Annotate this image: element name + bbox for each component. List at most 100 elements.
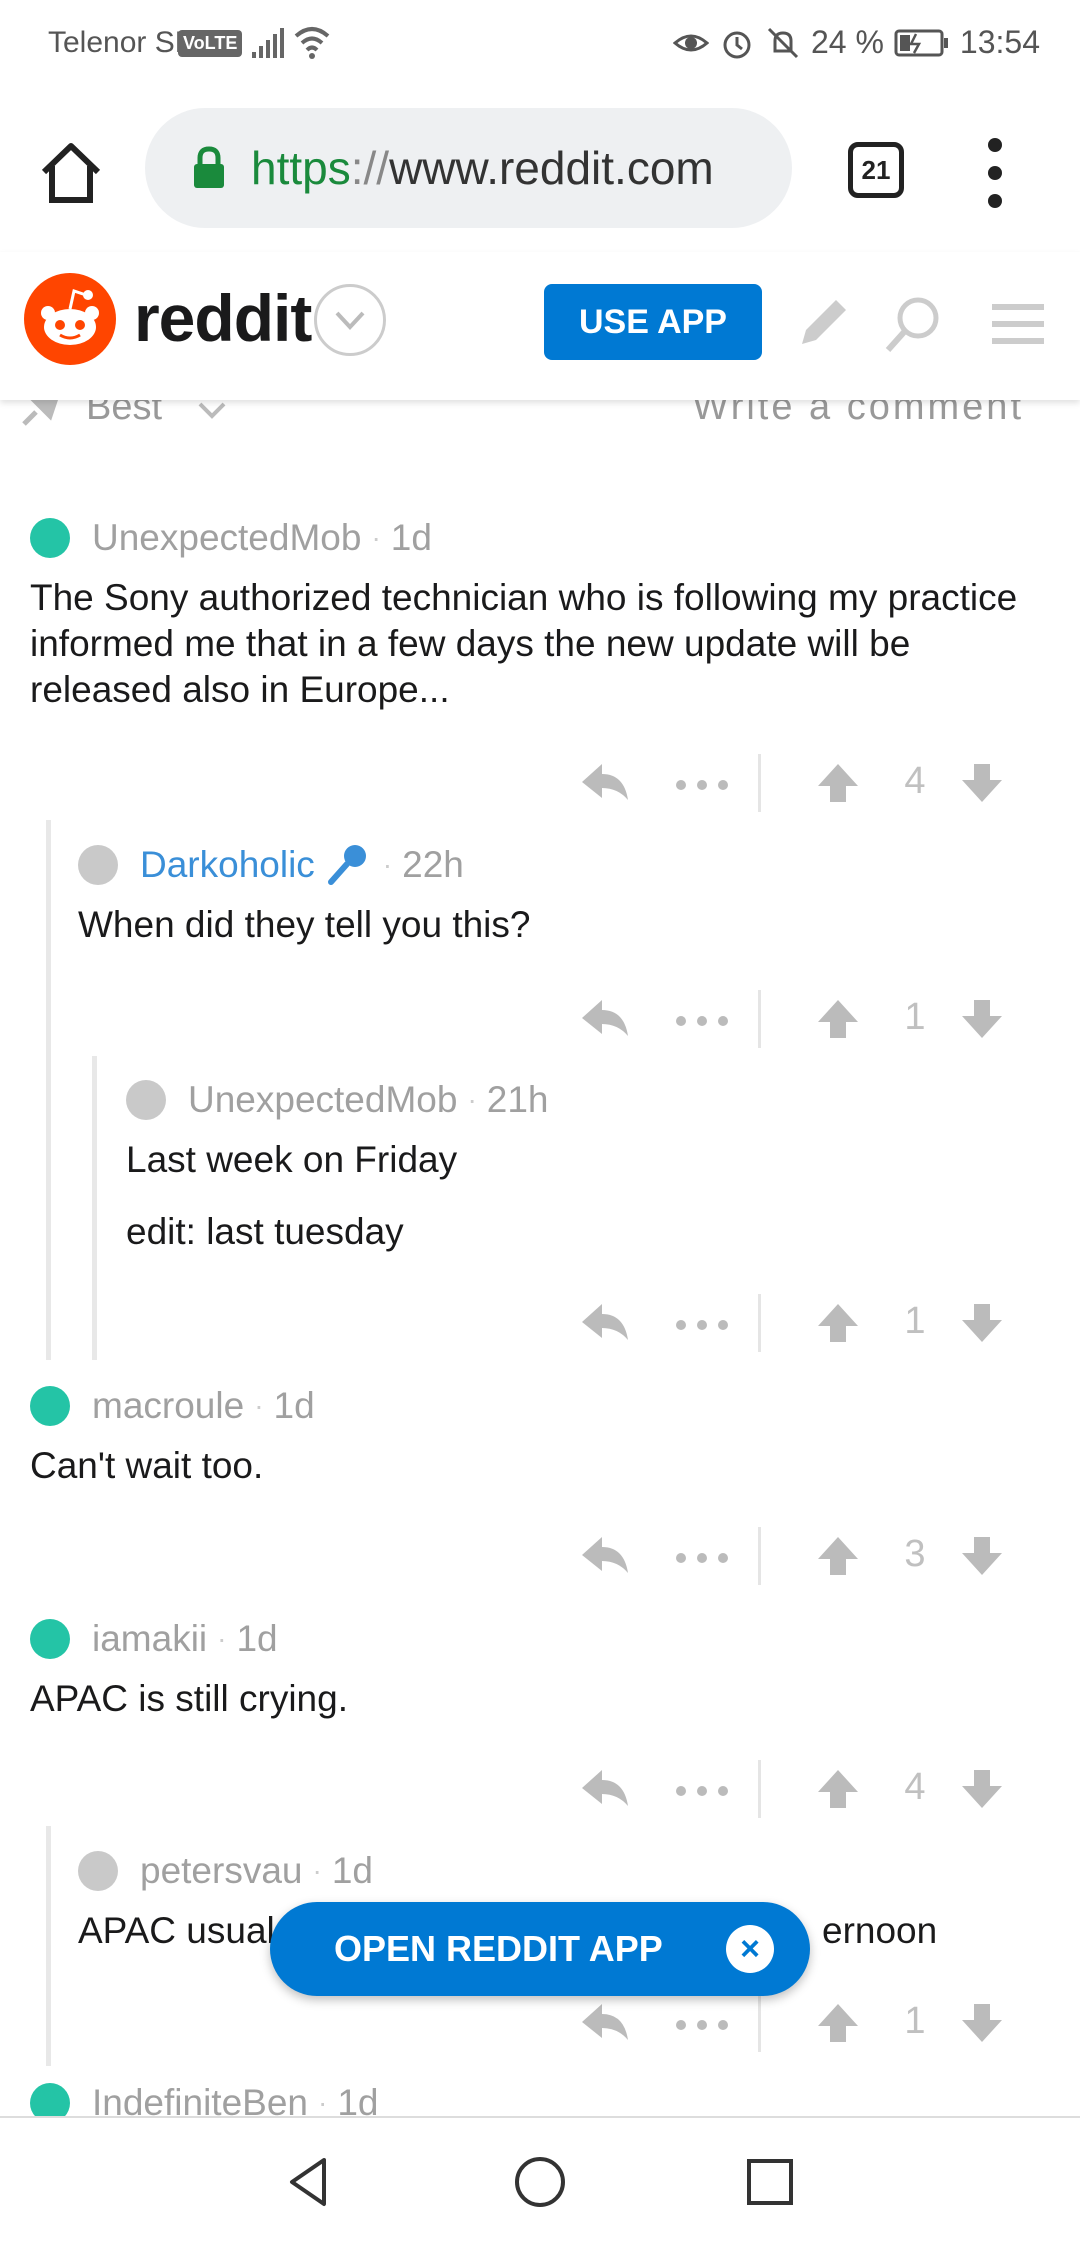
- comment-body: The Sony authorized technician who is fo…: [30, 575, 1040, 713]
- comment-text: Can't wait too.: [30, 1445, 264, 1486]
- downvote-icon[interactable]: [960, 1302, 1004, 1344]
- carrier-name: Telenor SE: [48, 26, 195, 59]
- recents-icon[interactable]: [740, 2152, 800, 2212]
- upvote-icon[interactable]: [816, 1302, 860, 1344]
- reply-icon[interactable]: [580, 996, 630, 1042]
- home-circle-icon[interactable]: [510, 2152, 570, 2212]
- comment-age: 1d: [390, 517, 432, 558]
- home-icon[interactable]: [36, 138, 106, 208]
- volte-badge: VoLTE: [178, 30, 243, 57]
- comment-actions: 1: [580, 990, 1040, 1050]
- microphone-icon: [327, 845, 366, 885]
- comment-text: APAC is still crying.: [30, 1678, 348, 1719]
- clock: 13:54: [959, 24, 1040, 60]
- search-icon[interactable]: [880, 292, 944, 356]
- comment-author[interactable]: UnexpectedMob: [92, 517, 361, 559]
- open-app-label: OPEN REDDIT APP: [334, 1928, 663, 1969]
- pencil-icon[interactable]: [790, 292, 854, 356]
- downvote-icon[interactable]: [960, 1535, 1004, 1577]
- vote-score: 3: [904, 1533, 926, 1575]
- divider: [758, 1527, 761, 1585]
- upvote-icon[interactable]: [816, 998, 860, 1040]
- chevron-down-icon: [335, 311, 365, 330]
- comment-text: The Sony authorized technician who is fo…: [30, 577, 1018, 710]
- meta-separator: ·: [312, 1855, 322, 1886]
- reply-icon[interactable]: [580, 2000, 630, 2046]
- comment-text-start: APAC usual: [78, 1910, 275, 1951]
- eye-icon: [672, 34, 709, 51]
- upvote-icon[interactable]: [816, 1768, 860, 1810]
- open-reddit-app-button[interactable]: OPEN REDDIT APP ×: [270, 1902, 810, 1996]
- more-options-button[interactable]: [676, 1016, 728, 1026]
- address-bar[interactable]: https://www.reddit.com: [145, 108, 792, 228]
- browser-toolbar: https://www.reddit.com 21: [0, 86, 1080, 252]
- use-app-button[interactable]: USE APP: [544, 284, 762, 360]
- meta-separator: ·: [467, 1084, 477, 1115]
- reply-icon[interactable]: [580, 1300, 630, 1346]
- more-options-button[interactable]: [676, 2020, 728, 2030]
- comment-body: Can't wait too.: [30, 1443, 1040, 1489]
- comment-body: Last week on Friday edit: last tuesday: [126, 1137, 1036, 1255]
- comment-text: When did they tell you this?: [78, 904, 531, 945]
- reddit-header: reddit USE APP: [0, 252, 1080, 400]
- comment-age: 1d: [236, 1618, 278, 1659]
- divider: [758, 1294, 761, 1352]
- reddit-wordmark[interactable]: reddit: [134, 280, 312, 356]
- comment-age: 22h: [402, 844, 464, 885]
- check-icon: [78, 1851, 118, 1891]
- reddit-logo-icon[interactable]: [24, 273, 116, 365]
- url-host: www.reddit.com: [389, 142, 714, 194]
- battery-icon: [894, 29, 948, 56]
- comment-age: 21h: [486, 1079, 549, 1120]
- more-options-button[interactable]: [676, 1786, 728, 1796]
- thread-line[interactable]: [46, 820, 51, 1360]
- reply-icon[interactable]: [580, 1766, 630, 1812]
- comment-author[interactable]: Darkoholic: [140, 844, 315, 886]
- comment-author[interactable]: iamakii: [92, 1618, 207, 1660]
- comment-author[interactable]: petersvau: [140, 1850, 303, 1892]
- notifications-off-icon: [767, 27, 799, 58]
- tab-switcher-button[interactable]: 21: [848, 142, 904, 198]
- close-icon[interactable]: ×: [726, 1925, 774, 1973]
- comment: UnexpectedMob · 21h Last week on Friday …: [126, 1075, 1036, 1255]
- divider: [758, 990, 761, 1048]
- thread-line[interactable]: [46, 1826, 51, 2066]
- more-options-button[interactable]: [676, 1553, 728, 1563]
- comment-body: APAC is still crying.: [30, 1676, 1040, 1722]
- downvote-icon[interactable]: [960, 998, 1004, 1040]
- check-icon: [30, 518, 70, 558]
- check-icon: [30, 1619, 70, 1659]
- browser-menu-button[interactable]: [980, 138, 1010, 208]
- comment: iamakii · 1d APAC is still crying.: [30, 1614, 1040, 1722]
- upvote-icon[interactable]: [816, 762, 860, 804]
- more-options-button[interactable]: [676, 780, 728, 790]
- comment-author[interactable]: UnexpectedMob: [188, 1079, 457, 1121]
- meta-separator: ·: [217, 1623, 227, 1654]
- vote-score: 1: [904, 1300, 926, 1342]
- hamburger-menu-icon[interactable]: [986, 292, 1050, 356]
- reply-icon[interactable]: [580, 760, 630, 806]
- community-dropdown-button[interactable]: [314, 284, 386, 356]
- meta-separator: ·: [254, 1390, 264, 1421]
- meta-separator: ·: [318, 2087, 328, 2118]
- comment-body: When did they tell you this?: [78, 902, 1038, 948]
- comment-actions: 1: [580, 1294, 1040, 1354]
- more-options-button[interactable]: [676, 1320, 728, 1330]
- check-icon: [78, 845, 118, 885]
- upvote-icon[interactable]: [816, 2002, 860, 2044]
- comment-author[interactable]: macroule: [92, 1385, 244, 1427]
- upvote-icon[interactable]: [816, 1535, 860, 1577]
- reply-icon[interactable]: [580, 1533, 630, 1579]
- comment-text: edit: last tuesday: [126, 1211, 404, 1252]
- downvote-icon[interactable]: [960, 762, 1004, 804]
- vote-score: 4: [904, 760, 926, 802]
- downvote-icon[interactable]: [960, 2002, 1004, 2044]
- comment-text: Last week on Friday: [126, 1139, 458, 1180]
- back-icon[interactable]: [280, 2152, 340, 2212]
- comment-age: 1d: [331, 1850, 373, 1891]
- downvote-icon[interactable]: [960, 1768, 1004, 1810]
- thread-line[interactable]: [92, 1056, 97, 1360]
- system-navigation-bar: [0, 2116, 1080, 2244]
- vote-score: 1: [904, 2000, 926, 2042]
- url-separator: ://: [350, 142, 390, 194]
